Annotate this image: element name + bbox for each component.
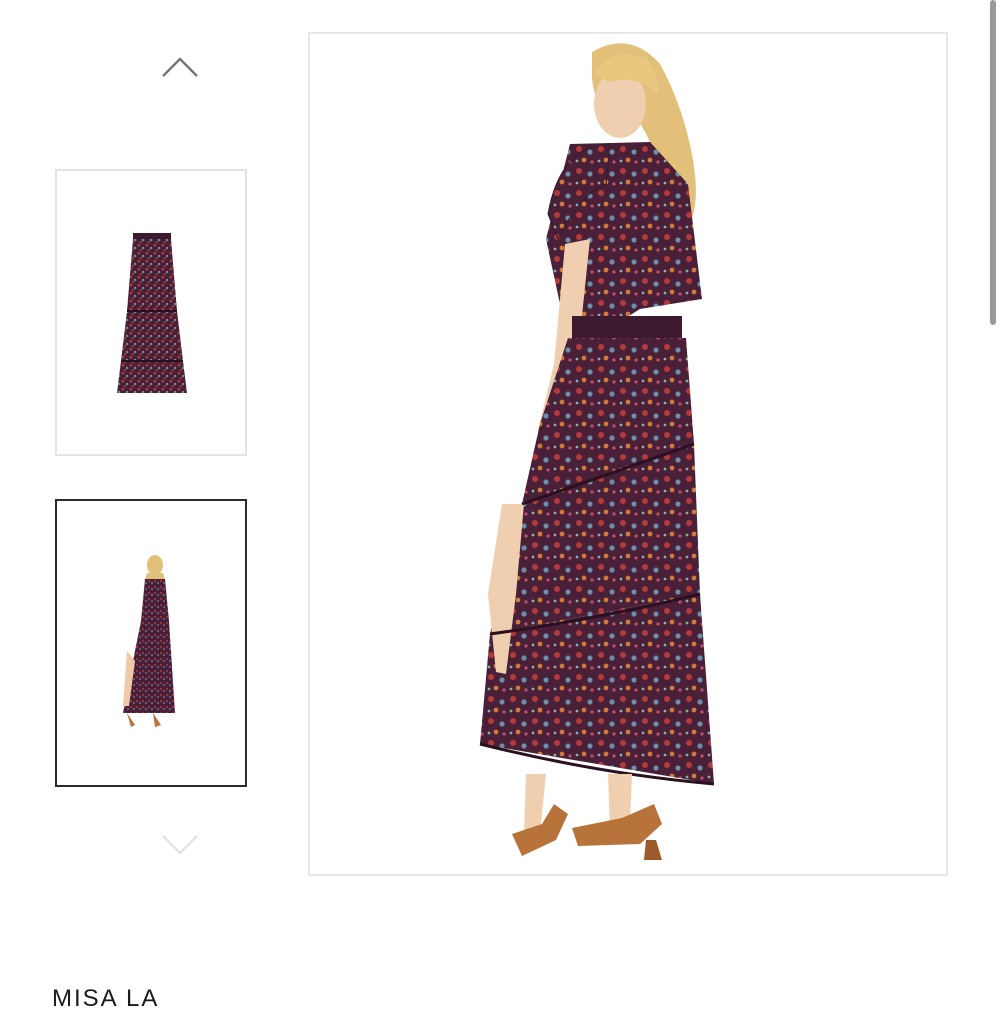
chevron-down-icon — [162, 835, 198, 855]
model-thumbnail-image — [123, 555, 175, 727]
skirt-image — [117, 233, 187, 393]
page-scrollbar[interactable] — [990, 0, 996, 325]
gallery-prev-button[interactable] — [161, 55, 199, 79]
gallery-next-button[interactable] — [161, 832, 199, 856]
main-product-image[interactable] — [308, 32, 948, 876]
thumbnail-model-back[interactable] — [55, 499, 247, 787]
thumbnail-skirt[interactable] — [55, 169, 247, 456]
chevron-up-icon — [162, 57, 198, 77]
product-brand: MISA LA — [52, 985, 160, 1012]
model-back-view-image — [479, 43, 715, 860]
